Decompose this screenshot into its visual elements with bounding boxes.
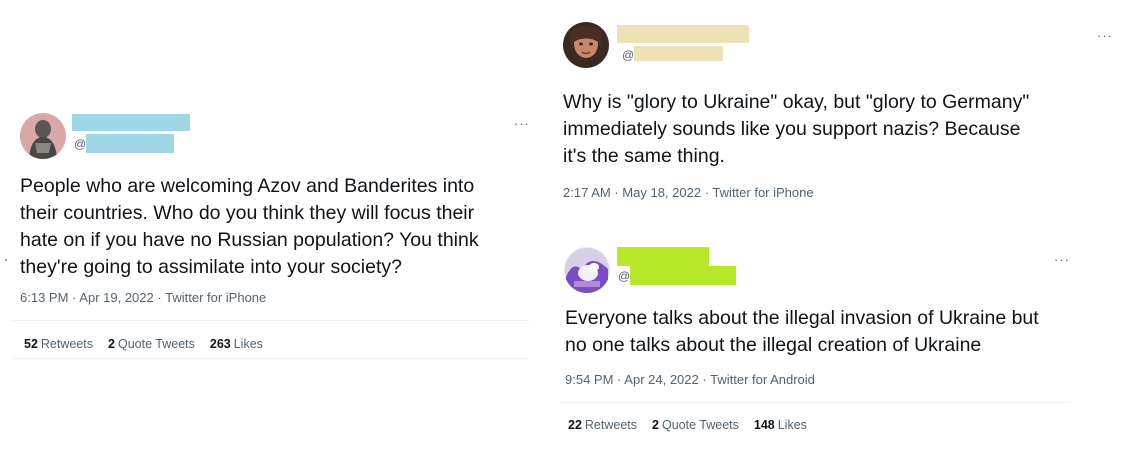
- tweet-date[interactable]: Apr 19, 2022: [79, 290, 153, 305]
- tweet-meta: 6:13 PM · Apr 19, 2022 · Twitter for iPh…: [20, 290, 266, 305]
- redacted-display-name: [617, 247, 709, 266]
- likes-link[interactable]: 263 Likes: [210, 337, 263, 351]
- handle-at-symbol: @: [618, 269, 631, 283]
- likes-link[interactable]: 148 Likes: [754, 418, 807, 432]
- redacted-handle: [86, 134, 174, 153]
- tweet-text: Everyone talks about the illegal invasio…: [565, 307, 1039, 356]
- redacted-handle: [634, 46, 723, 61]
- tweet-date[interactable]: May 18, 2022: [622, 185, 701, 200]
- avatar-image: [564, 247, 610, 293]
- tweet-source[interactable]: Twitter for iPhone: [712, 185, 813, 200]
- quote-tweets-link[interactable]: 2 Quote Tweets: [108, 337, 195, 351]
- tweet-time[interactable]: 6:13 PM: [20, 290, 68, 305]
- meta-separator: ·: [72, 290, 77, 305]
- tweet-date[interactable]: Apr 24, 2022: [624, 372, 698, 387]
- retweets-link[interactable]: 52 Retweets: [24, 337, 93, 351]
- tweet-text: Why is "glory to Ukraine" okay, but "glo…: [563, 91, 1030, 167]
- meta-separator: ·: [617, 372, 622, 387]
- avatar[interactable]: [563, 22, 609, 68]
- avatar-image: [563, 22, 609, 68]
- more-horizontal-icon[interactable]: ···: [514, 117, 530, 130]
- tweet-time[interactable]: 9:54 PM: [565, 372, 613, 387]
- avatar-image: [20, 113, 66, 159]
- tweet-source[interactable]: Twitter for Android: [710, 372, 815, 387]
- tweet-meta: 9:54 PM · Apr 24, 2022 · Twitter for And…: [565, 372, 815, 387]
- engagement-stats: 22 Retweets 2 Quote Tweets 148 Likes: [568, 418, 822, 432]
- stray-dot: [5, 259, 7, 261]
- tweet-time[interactable]: 2:17 AM: [563, 185, 611, 200]
- meta-separator: ·: [157, 290, 162, 305]
- tweet-text: People who are welcoming Azov and Bander…: [20, 175, 479, 278]
- tweet-source[interactable]: Twitter for iPhone: [165, 290, 266, 305]
- handle-at-symbol: @: [74, 137, 87, 151]
- engagement-stats: 52 Retweets 2 Quote Tweets 263 Likes: [24, 337, 278, 351]
- meta-separator: ·: [702, 372, 707, 387]
- divider: [12, 358, 530, 359]
- quote-tweets-link[interactable]: 2 Quote Tweets: [652, 418, 739, 432]
- divider: [12, 320, 530, 321]
- retweets-link[interactable]: 22 Retweets: [568, 418, 637, 432]
- handle-at-symbol: @: [622, 48, 635, 62]
- meta-separator: ·: [614, 185, 619, 200]
- tweet-meta: 2:17 AM · May 18, 2022 · Twitter for iPh…: [563, 185, 814, 200]
- more-horizontal-icon[interactable]: ···: [1097, 29, 1113, 42]
- avatar[interactable]: [564, 247, 610, 293]
- redacted-handle: [630, 266, 736, 285]
- avatar[interactable]: [20, 113, 66, 159]
- redacted-display-name: [72, 114, 190, 131]
- divider: [560, 402, 1070, 403]
- more-horizontal-icon[interactable]: ···: [1054, 253, 1070, 266]
- redacted-display-name: [617, 25, 749, 43]
- meta-separator: ·: [704, 185, 710, 200]
